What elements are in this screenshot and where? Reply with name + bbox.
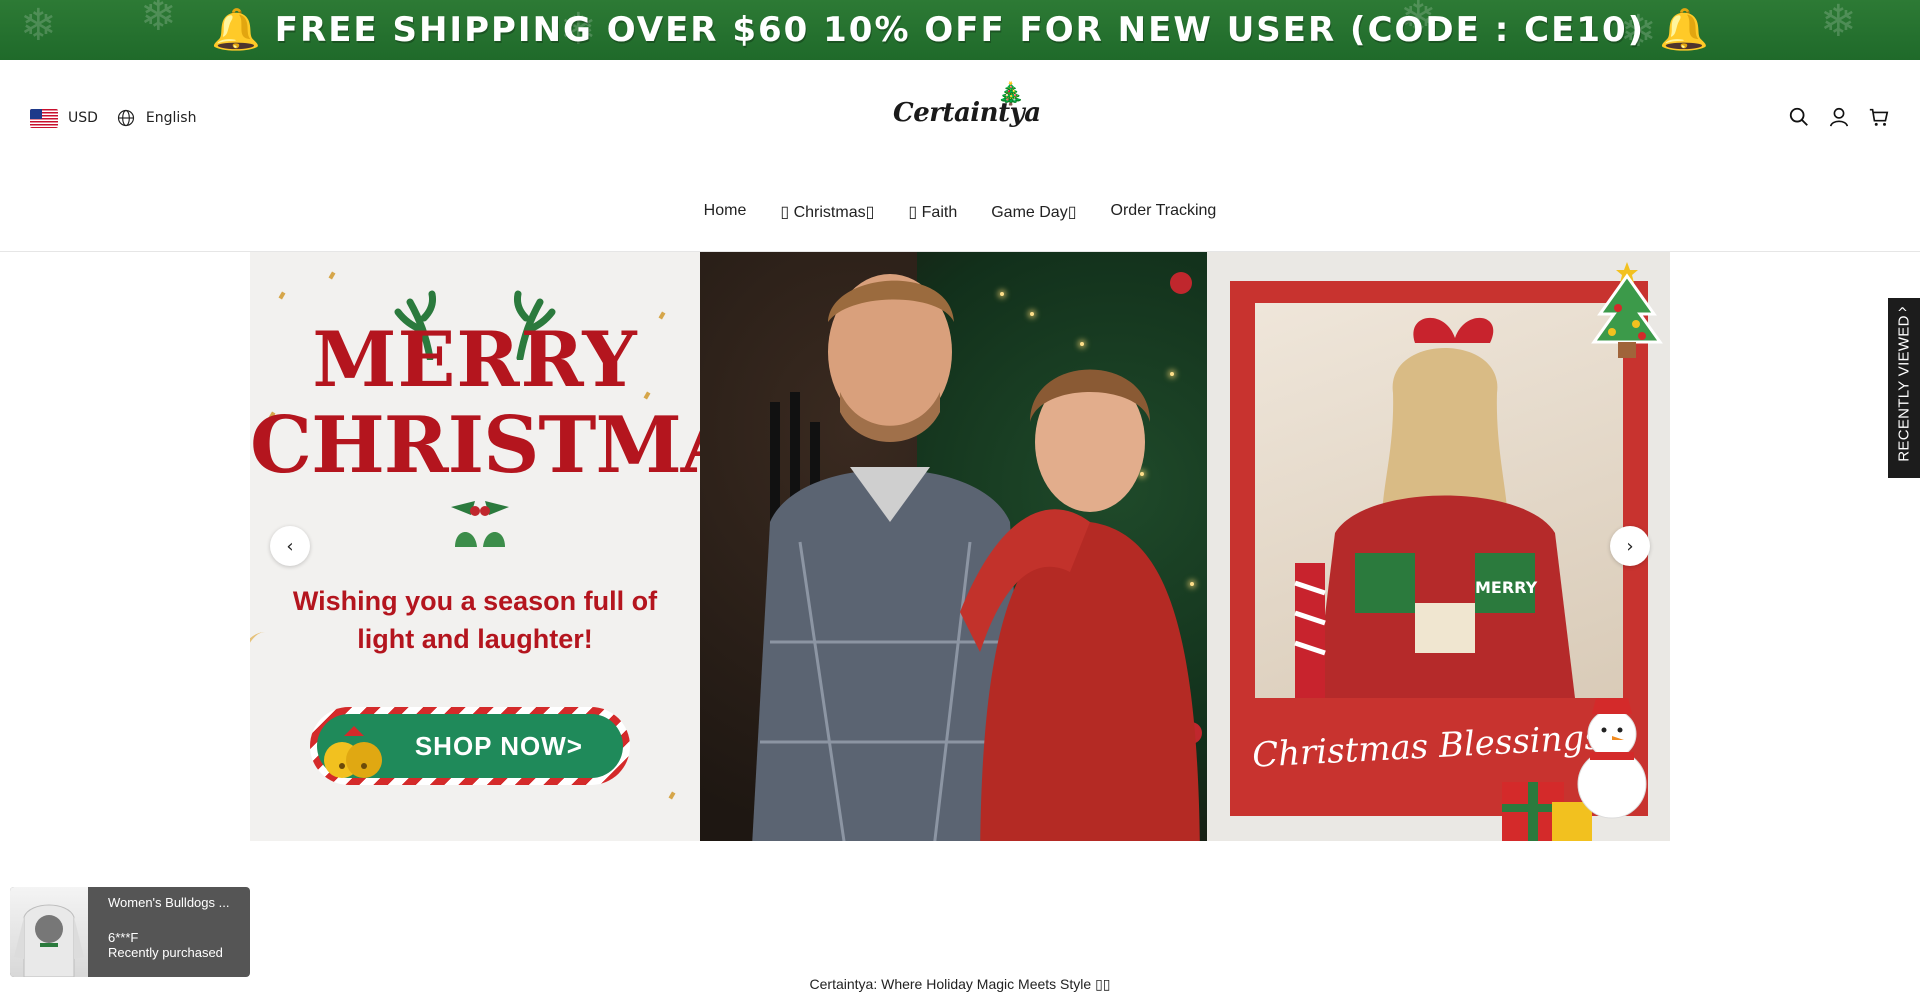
bell-icon: 🔔 — [210, 7, 261, 53]
site-tagline: Certaintya: Where Holiday Magic Meets St… — [809, 976, 1111, 992]
confetti — [328, 271, 336, 280]
site-logo[interactable]: 🎄 Certaintya — [893, 82, 1041, 144]
language-selector[interactable]: English — [146, 110, 197, 126]
woman-figure — [960, 369, 1200, 841]
logo-text: Certaintya — [893, 98, 1041, 128]
carousel-prev-button[interactable]: ‹ — [270, 526, 310, 566]
hero-slide-merry-christmas[interactable]: MERRY CHRISTMAS Wishing you a season ful… — [250, 252, 797, 841]
promo-text: FREE SHIPPING OVER $60 10% OFF FOR NEW U… — [274, 10, 1646, 50]
hero-slide-christmas-blessings[interactable]: MERRY Christmas Blessings — [1207, 252, 1670, 841]
jingle-bells-icon — [324, 726, 382, 778]
product-thumbnail — [10, 887, 88, 977]
hero-carousel[interactable]: MERRY CHRISTMAS Wishing you a season ful… — [250, 252, 1670, 841]
gold-ribbon — [250, 632, 310, 841]
hero-subtitle: Wishing you a season full of light and l… — [292, 586, 658, 654]
ornament — [1170, 272, 1192, 294]
globe-icon — [117, 109, 135, 127]
us-flag-icon — [30, 108, 58, 128]
header-actions — [1788, 106, 1890, 128]
sweater-model-photo: MERRY — [1255, 303, 1623, 698]
nav-item-christmas[interactable]: ▯ Christmas▯ — [780, 202, 874, 222]
recent-purchase-toast[interactable]: Women's Bulldogs ... 6***F Recently purc… — [10, 887, 250, 977]
snowman-icon — [1577, 698, 1647, 819]
confetti — [278, 291, 286, 300]
recently-viewed-label: RECENTLY VIEWED — [1895, 314, 1913, 462]
nav-item-faith[interactable]: ▯ Faith — [908, 202, 957, 222]
site-header: USD English 🎄 Certaintya Home ▯ Christma… — [0, 60, 1920, 252]
carousel-next-button[interactable]: › — [1610, 526, 1650, 566]
confetti — [668, 791, 676, 800]
holly-bells-icon — [451, 501, 509, 547]
locale-selector[interactable]: USD English — [30, 108, 196, 128]
promo-banner[interactable]: ❄ ❄ ❄ ❄ ❄ ❄ 🔔 FREE SHIPPING OVER $60 10%… — [0, 0, 1920, 60]
toast-buyer: 6***F — [108, 930, 139, 945]
toast-status: Recently purchased — [108, 945, 223, 960]
bell-icon: 🔔 — [1659, 7, 1709, 53]
sweater-text: MERRY — [1475, 578, 1538, 597]
confetti — [658, 311, 666, 320]
toast-product-title: Women's Bulldogs ... — [108, 895, 230, 910]
christmas-tree-icon — [1591, 262, 1663, 358]
hero-headline-merry: MERRY — [312, 315, 638, 404]
hero-slide-couple[interactable] — [700, 252, 1207, 841]
search-icon[interactable] — [1788, 106, 1810, 128]
nav-item-order-tracking[interactable]: Order Tracking — [1111, 202, 1217, 222]
currency-selector[interactable]: USD — [68, 110, 98, 126]
hero-headline-christmas: CHRISTMAS — [250, 400, 797, 491]
nav-item-home[interactable]: Home — [704, 202, 747, 222]
cart-icon[interactable] — [1868, 106, 1890, 128]
main-nav: Home ▯ Christmas▯ ▯ Faith Game Day▯ Orde… — [0, 202, 1920, 222]
nav-item-game-day[interactable]: Game Day▯ — [991, 202, 1076, 222]
recently-viewed-tab[interactable]: ^ RECENTLY VIEWED — [1888, 298, 1920, 478]
account-icon[interactable] — [1828, 106, 1850, 128]
